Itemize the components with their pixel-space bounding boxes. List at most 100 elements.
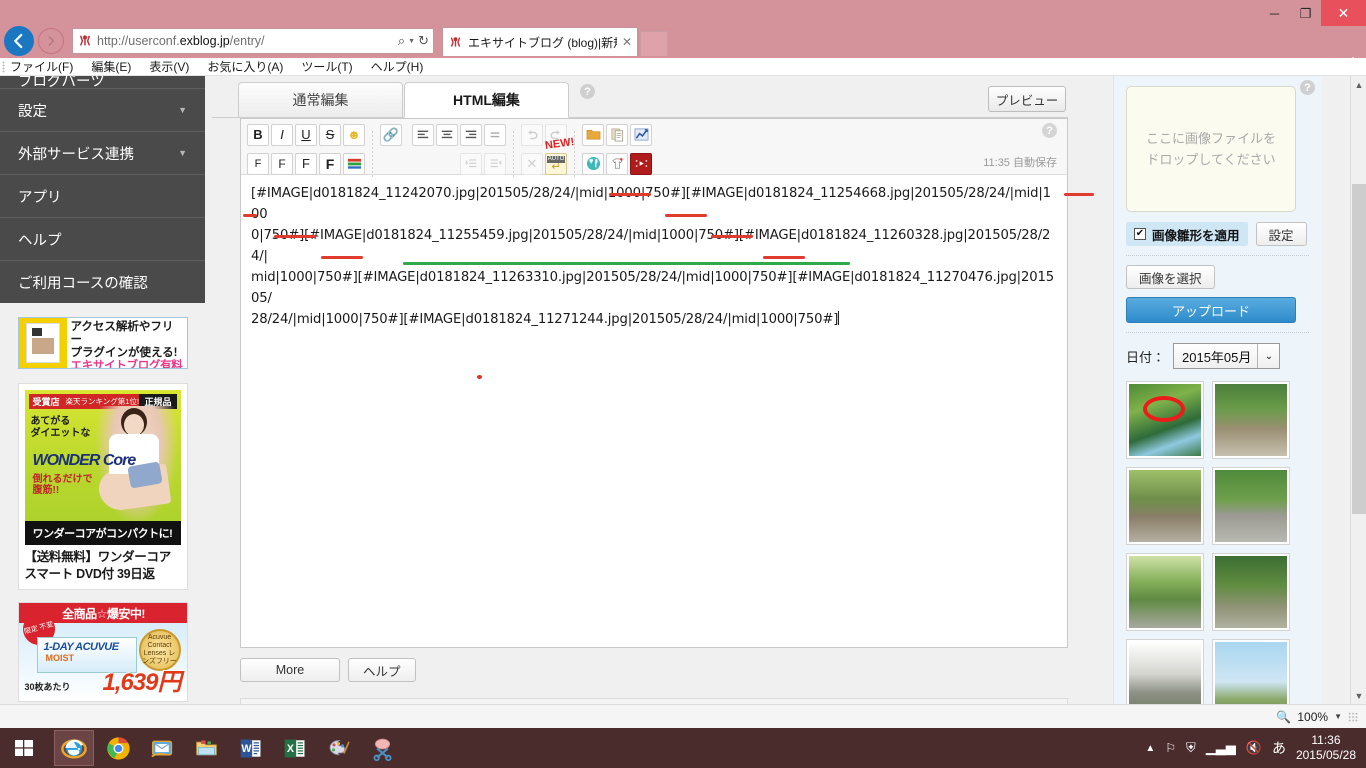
menu-item-edit[interactable]: 編集(E) xyxy=(91,58,131,75)
microsoft-word-icon[interactable]: W xyxy=(230,730,270,766)
indent-increase-icon[interactable] xyxy=(460,152,482,175)
strikethrough-icon[interactable]: S xyxy=(319,123,341,146)
align-right-icon[interactable] xyxy=(460,123,482,146)
chart-icon[interactable] xyxy=(630,123,652,146)
tab-html-edit[interactable]: HTML編集 xyxy=(404,82,569,118)
folder-icon[interactable] xyxy=(582,123,604,146)
menu-item-tools[interactable]: ツール(T) xyxy=(301,58,352,75)
forward-button[interactable] xyxy=(38,28,64,54)
windows-start-icon[interactable] xyxy=(0,728,48,768)
restore-button[interactable]: ❐ xyxy=(1290,0,1321,26)
paint-icon[interactable] xyxy=(318,730,358,766)
chevron-down-icon[interactable]: ▼ xyxy=(1334,712,1342,721)
ime-tool-icon[interactable]: ⛨ xyxy=(1186,740,1196,756)
google-chrome-icon[interactable] xyxy=(98,730,138,766)
thumb-overpass[interactable] xyxy=(1126,639,1204,704)
browser-tab[interactable]: エキサイトブログ (blog)|新規... ✕ xyxy=(442,27,638,56)
menu-item-file[interactable]: ファイル(F) xyxy=(10,58,73,75)
sidebar-item-settings[interactable]: 設定 ▼ xyxy=(0,88,205,131)
font-color-icon[interactable] xyxy=(343,152,365,175)
redo-icon[interactable] xyxy=(545,123,567,146)
scrollbar-thumb[interactable] xyxy=(1352,184,1366,514)
windows-live-mail-icon[interactable] xyxy=(142,730,182,766)
resize-grip[interactable] xyxy=(1348,711,1358,722)
tab-normal-edit[interactable]: 通常編集 xyxy=(238,82,403,118)
help-button[interactable]: ヘルプ xyxy=(348,658,416,682)
flag-icon[interactable]: ⚐ xyxy=(1165,741,1176,755)
font-size-small-icon[interactable]: F xyxy=(247,152,269,175)
thumb-wooden-bridge[interactable] xyxy=(1126,467,1204,545)
align-left-icon[interactable] xyxy=(412,123,434,146)
menu-item-favorites[interactable]: お気に入り(A) xyxy=(207,58,283,75)
back-button[interactable] xyxy=(4,26,34,56)
menu-item-help[interactable]: ヘルプ(H) xyxy=(371,58,424,75)
font-size-large-icon[interactable]: F xyxy=(295,152,317,175)
clear-format-icon[interactable]: ✕ xyxy=(521,152,543,175)
sidebar-item-apps[interactable]: アプリ xyxy=(0,174,205,217)
search-icon[interactable]: ⌕ xyxy=(398,33,405,49)
thumb-path-signpost[interactable] xyxy=(1212,553,1290,631)
undo-icon[interactable] xyxy=(521,123,543,146)
auto-return-icon[interactable]: AUTO ↵ xyxy=(545,152,567,175)
align-center-icon[interactable] xyxy=(436,123,458,146)
volume-muted-icon[interactable]: 🔇 xyxy=(1246,740,1262,756)
underline-icon[interactable]: U xyxy=(295,123,317,146)
sidebar-item-help[interactable]: ヘルプ xyxy=(0,217,205,260)
font-size-xlarge-icon[interactable]: F xyxy=(319,152,341,175)
thumb-tree-tunnel-road[interactable] xyxy=(1126,553,1204,631)
page-scrollbar[interactable]: ▲ ▼ xyxy=(1350,76,1366,704)
ime-indicator[interactable]: あ xyxy=(1272,738,1286,758)
more-button[interactable]: More xyxy=(240,658,340,682)
address-bar[interactable]: http://userconf.exblog.jp/entry/ ⌕ ▼ ↻ xyxy=(72,28,434,54)
copy-icon[interactable] xyxy=(606,123,628,146)
minimize-button[interactable]: ─ xyxy=(1259,0,1290,26)
scroll-up-arrow-icon[interactable]: ▲ xyxy=(1351,76,1366,93)
ad-banner-acuvue[interactable]: 全商品☆爆安中! 限定 不変 1-DAY ACUVUE MOIST Acuvue… xyxy=(17,602,188,702)
ad-banner-exblog-plan[interactable]: アクセス解析やフリー プラグインが使える! エキサイトブログ有料プラン xyxy=(17,317,188,369)
thumb-river-bank[interactable] xyxy=(1212,381,1290,459)
toolbar-help-icon[interactable]: ? xyxy=(1042,123,1057,138)
link-icon[interactable]: 🔗 xyxy=(380,123,402,146)
chevron-down-icon[interactable]: ▼ xyxy=(408,38,415,45)
taskbar-clock[interactable]: 11:36 2015/05/28 xyxy=(1296,733,1356,763)
indent-decrease-icon[interactable] xyxy=(484,152,506,175)
preview-button[interactable]: プレビュー xyxy=(988,86,1066,112)
refresh-icon[interactable]: ↻ xyxy=(418,33,429,49)
internet-explorer-icon[interactable] xyxy=(54,730,94,766)
ad-banner-wondercore[interactable]: 受賞店 楽天ランキング第1位! 正規品 あてがる ダイエットな WONDER Co… xyxy=(17,383,188,590)
fashion-icon[interactable] xyxy=(606,152,628,175)
scroll-down-arrow-icon[interactable]: ▼ xyxy=(1351,687,1366,704)
thumb-forest-road[interactable] xyxy=(1212,467,1290,545)
thumb-forest-stream[interactable] xyxy=(1126,381,1204,459)
align-justify-icon[interactable] xyxy=(484,123,506,146)
select-image-button[interactable]: 画像を選択 xyxy=(1126,265,1215,289)
snipping-tool-icon[interactable] xyxy=(362,730,402,766)
zoom-icon[interactable]: 🔍 xyxy=(1276,710,1291,724)
microsoft-excel-icon[interactable]: X xyxy=(274,730,314,766)
new-tab-button[interactable] xyxy=(640,31,668,56)
video-icon[interactable] xyxy=(630,152,652,175)
file-explorer-icon[interactable] xyxy=(186,730,226,766)
sidebar-item-course-check[interactable]: ご利用コースの確認 xyxy=(0,260,205,303)
sidebar-item-blogparts[interactable]: ブログパーツ xyxy=(0,76,205,88)
image-settings-button[interactable]: 設定 xyxy=(1255,222,1307,246)
upload-button[interactable]: アップロード xyxy=(1126,297,1296,323)
emoji-icon[interactable]: ☻ xyxy=(343,123,365,146)
font-size-medium-icon[interactable]: F xyxy=(271,152,293,175)
tab-close-icon[interactable]: ✕ xyxy=(622,35,632,49)
checkbox-apply-image-template[interactable]: ✔ 画像雛形を適用 xyxy=(1126,222,1248,246)
show-hidden-icons-icon[interactable]: ▲ xyxy=(1145,743,1155,754)
image-dropzone[interactable]: ここに画像ファイルを ドロップしてください xyxy=(1126,86,1296,212)
menu-item-view[interactable]: 表示(V) xyxy=(149,58,189,75)
bold-icon[interactable]: B xyxy=(247,123,269,146)
thumb-sky-view[interactable] xyxy=(1212,639,1290,704)
sidebar-item-external-services[interactable]: 外部サービス連携 ▼ xyxy=(0,131,205,174)
html-source-textarea[interactable]: [#IMAGE|d0181824_11242070.jpg|201505/28/… xyxy=(241,175,1094,379)
date-select[interactable]: 2015年05月 ⌄ xyxy=(1173,343,1281,369)
help-icon[interactable]: ? xyxy=(580,84,595,99)
close-button[interactable]: ✕ xyxy=(1321,0,1366,26)
panel-help-icon[interactable]: ? xyxy=(1300,80,1315,95)
italic-icon[interactable]: I xyxy=(271,123,293,146)
restaurant-icon[interactable] xyxy=(582,152,604,175)
network-icon[interactable]: ▁▃▅ xyxy=(1206,740,1236,756)
